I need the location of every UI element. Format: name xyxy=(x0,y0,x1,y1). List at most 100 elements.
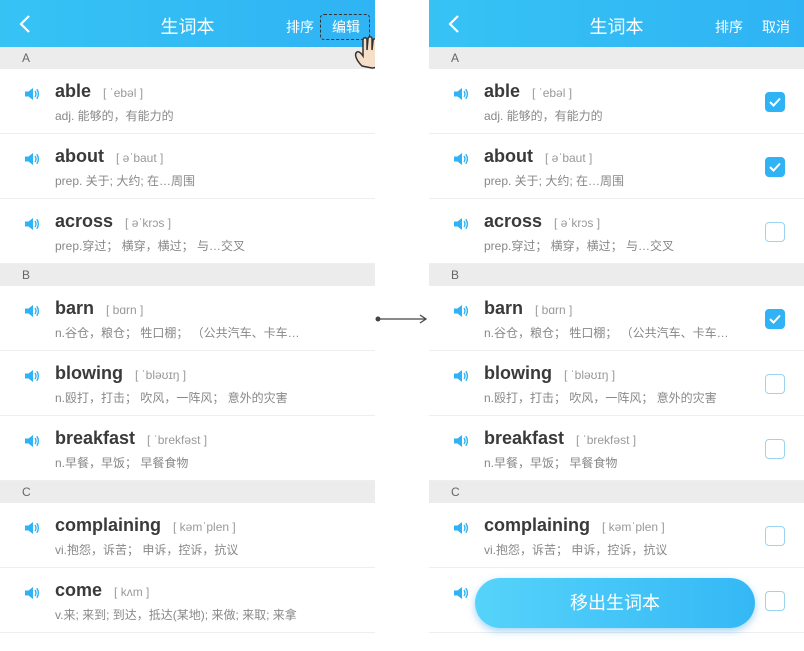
checkmark-icon xyxy=(769,314,781,324)
word-text: blowing [ ˈbləʊɪŋ ] xyxy=(484,363,615,384)
word-row[interactable]: across [ əˈkrɔs ] prep.穿过； 横穿，横过； 与…交叉 xyxy=(0,199,375,264)
definition-label: n.谷仓，粮仓； 牲口棚； （公共汽车、卡车… xyxy=(55,326,300,340)
header-bar: 生词本 排序 取消 xyxy=(429,0,804,47)
section-header-b: B xyxy=(0,264,375,286)
speaker-icon[interactable] xyxy=(453,433,469,449)
cancel-button[interactable]: 取消 xyxy=(762,17,790,37)
word-row[interactable]: across [ əˈkrɔs ] prep.穿过； 横穿，横过； 与…交叉 xyxy=(429,199,804,264)
speaker-icon[interactable] xyxy=(24,151,40,167)
section-header-b: B xyxy=(429,264,804,286)
definition-label: prep. 关于; 大约; 在…周围 xyxy=(55,174,196,188)
checkbox-unchecked[interactable] xyxy=(765,591,785,611)
word-row[interactable]: barn [ bɑrn ] n.谷仓，粮仓； 牲口棚； （公共汽车、卡车… xyxy=(429,286,804,351)
header-bar: 生词本 排序 编辑 xyxy=(0,0,375,47)
checkbox-checked[interactable] xyxy=(765,309,785,329)
speaker-icon[interactable] xyxy=(24,368,40,384)
definition-label: n.早餐，早饭； 早餐食物 xyxy=(55,456,189,470)
speaker-icon[interactable] xyxy=(453,520,469,536)
word-list: Aable [ ˈebəl ] adj. 能够的，有能力的 about [ əˈbaut… xyxy=(429,47,804,633)
word-row[interactable]: come [ kʌm ] v.来; 来到; 到达，抵达(某地); 来做; 来取; 来… xyxy=(0,568,375,633)
word-row[interactable]: barn [ bɑrn ] n.谷仓，粮仓； 牲口棚； （公共汽车、卡车… xyxy=(0,286,375,351)
word-row[interactable]: able [ ˈebəl ] adj. 能够的，有能力的 xyxy=(429,69,804,134)
definition-label: n.殴打，打击； 吹风，一阵风； 意外的灾害 xyxy=(55,391,288,405)
word-label: barn xyxy=(484,298,524,318)
phonetic-label: [ əˈbaut ] xyxy=(545,151,593,165)
speaker-icon[interactable] xyxy=(24,216,40,232)
page-title: 生词本 xyxy=(160,17,215,37)
phonetic-label: [ əˈkrɔs ] xyxy=(125,216,172,230)
word-row[interactable]: complaining [ kəmˈplen ] vi.抱怨，诉苦； 申诉，控诉，抗… xyxy=(0,503,375,568)
word-label: come xyxy=(55,580,103,600)
word-row[interactable]: about [ əˈbaut ] prep. 关于; 大约; 在…周围 xyxy=(429,134,804,199)
word-text: barn [ bɑrn ] xyxy=(55,298,143,319)
word-text: across [ əˈkrɔs ] xyxy=(484,211,600,232)
phonetic-label: [ ˈebəl ] xyxy=(103,86,144,100)
word-label: barn xyxy=(55,298,95,318)
transition-arrow-icon xyxy=(375,314,428,324)
definition-label: v.来; 来到; 到达，抵达(某地); 来做; 来取; 来拿 xyxy=(55,608,297,622)
word-text: barn [ bɑrn ] xyxy=(484,298,572,319)
word-label: complaining xyxy=(55,515,162,535)
phonetic-label: [ ˈbrekfəst ] xyxy=(147,433,208,447)
word-label: blowing xyxy=(55,363,123,383)
definition-label: prep.穿过； 横穿，横过； 与…交叉 xyxy=(55,239,246,253)
word-label: complaining xyxy=(484,515,591,535)
speaker-icon[interactable] xyxy=(24,86,40,102)
wordbook-screen-edit: 生词本 排序 取消 Aable [ ˈebəl ] adj. 能够的，有能力的 abo… xyxy=(429,0,804,651)
word-row[interactable]: able [ ˈebəl ] adj. 能够的，有能力的 xyxy=(0,69,375,134)
word-row[interactable]: blowing [ ˈbləʊɪŋ ] n.殴打，打击； 吹风，一阵风； 意外的灾害 xyxy=(429,351,804,416)
section-header-a: A xyxy=(0,47,375,69)
word-label: able xyxy=(484,81,521,101)
speaker-icon[interactable] xyxy=(24,303,40,319)
speaker-icon[interactable] xyxy=(453,368,469,384)
speaker-icon[interactable] xyxy=(453,585,469,601)
phonetic-label: [ kəmˈplen ] xyxy=(173,520,236,534)
word-text: about [ əˈbaut ] xyxy=(55,146,163,167)
speaker-icon[interactable] xyxy=(24,433,40,449)
speaker-icon[interactable] xyxy=(24,520,40,536)
checkbox-checked[interactable] xyxy=(765,92,785,112)
checkmark-icon xyxy=(769,162,781,172)
word-label: breakfast xyxy=(55,428,136,448)
word-row[interactable]: breakfast [ ˈbrekfəst ] n.早餐，早饭； 早餐食物 xyxy=(429,416,804,481)
checkbox-checked[interactable] xyxy=(765,157,785,177)
word-text: blowing [ ˈbləʊɪŋ ] xyxy=(55,363,186,384)
word-row[interactable]: breakfast [ ˈbrekfəst ] n.早餐，早饭； 早餐食物 xyxy=(0,416,375,481)
speaker-icon[interactable] xyxy=(24,585,40,601)
word-label: able xyxy=(55,81,92,101)
definition-label: n.谷仓，粮仓； 牲口棚； （公共汽车、卡车… xyxy=(484,326,729,340)
word-text: complaining [ kəmˈplen ] xyxy=(55,515,236,536)
word-text: breakfast [ ˈbrekfəst ] xyxy=(484,428,636,449)
speaker-icon[interactable] xyxy=(453,151,469,167)
definition-label: vi.抱怨，诉苦； 申诉，控诉，抗议 xyxy=(55,543,239,557)
word-text: breakfast [ ˈbrekfəst ] xyxy=(55,428,207,449)
checkbox-unchecked[interactable] xyxy=(765,374,785,394)
speaker-icon[interactable] xyxy=(453,216,469,232)
speaker-icon[interactable] xyxy=(453,86,469,102)
definition-label: adj. 能够的，有能力的 xyxy=(484,109,603,123)
word-row[interactable]: complaining [ kəmˈplen ] vi.抱怨，诉苦； 申诉，控诉，抗… xyxy=(429,503,804,568)
phonetic-label: [ ˈbləʊɪŋ ] xyxy=(563,368,616,382)
word-text: across [ əˈkrɔs ] xyxy=(55,211,171,232)
sort-button[interactable]: 排序 xyxy=(286,17,314,37)
definition-label: n.殴打，打击； 吹风，一阵风； 意外的灾害 xyxy=(484,391,717,405)
checkbox-unchecked[interactable] xyxy=(765,439,785,459)
section-header-a: A xyxy=(429,47,804,69)
phonetic-label: [ kʌm ] xyxy=(114,585,150,599)
word-label: about xyxy=(484,146,533,166)
checkbox-unchecked[interactable] xyxy=(765,526,785,546)
definition-label: prep.穿过； 横穿，横过； 与…交叉 xyxy=(484,239,675,253)
definition-label: vi.抱怨，诉苦； 申诉，控诉，抗议 xyxy=(484,543,668,557)
phonetic-label: [ ˈebəl ] xyxy=(532,86,573,100)
word-label: across xyxy=(55,211,114,231)
word-label: about xyxy=(55,146,104,166)
word-text: come [ kʌm ] xyxy=(55,580,149,601)
sort-button[interactable]: 排序 xyxy=(715,17,743,37)
word-row[interactable]: about [ əˈbaut ] prep. 关于; 大约; 在…周围 xyxy=(0,134,375,199)
checkbox-unchecked[interactable] xyxy=(765,222,785,242)
definition-label: prep. 关于; 大约; 在…周围 xyxy=(484,174,625,188)
word-row[interactable]: blowing [ ˈbləʊɪŋ ] n.殴打，打击； 吹风，一阵风； 意外的灾害 xyxy=(0,351,375,416)
speaker-icon[interactable] xyxy=(453,303,469,319)
remove-from-wordbook-button[interactable]: 移出生词本 xyxy=(475,578,755,628)
checkmark-icon xyxy=(769,97,781,107)
